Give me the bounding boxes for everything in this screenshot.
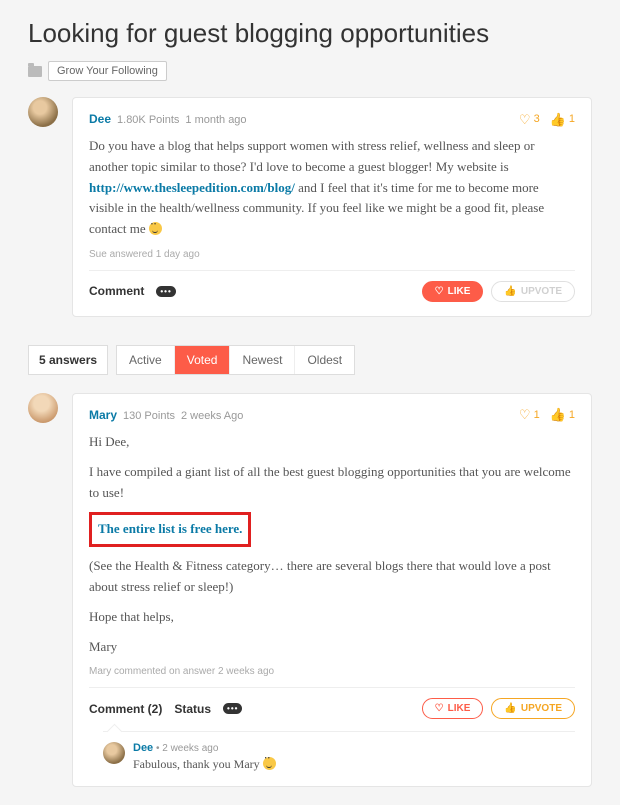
post-time: 2 weeks Ago xyxy=(181,410,243,422)
answer-meta: Mary commented on answer 2 weeks ago xyxy=(89,666,575,677)
external-link[interactable]: http://www.thesleepedition.com/blog/ xyxy=(89,180,295,195)
author-points: 1.80K Points xyxy=(117,114,179,126)
reply-text: Fabulous, thank you Mary xyxy=(133,757,276,772)
category-tag[interactable]: Grow Your Following xyxy=(48,61,167,81)
comment-button[interactable]: Comment xyxy=(89,284,144,298)
reactions: ♡1 👍1 xyxy=(519,408,575,421)
author-link[interactable]: Dee xyxy=(89,112,111,126)
page-title: Looking for guest blogging opportunities xyxy=(28,18,592,49)
upvote-button[interactable]: 👍UPVOTE xyxy=(491,698,575,719)
list-link[interactable]: The entire list is free here. xyxy=(98,521,242,536)
author-link[interactable]: Mary xyxy=(89,408,117,422)
reply-time: 2 weeks ago xyxy=(162,743,218,754)
tab-newest[interactable]: Newest xyxy=(230,346,295,374)
author-link[interactable]: Dee xyxy=(133,742,153,754)
thumb-count[interactable]: 👍1 xyxy=(550,113,575,126)
heart-count[interactable]: ♡3 xyxy=(519,113,540,126)
tab-oldest[interactable]: Oldest xyxy=(295,346,354,374)
category-row: Grow Your Following xyxy=(28,61,592,81)
author-points: 130 Points xyxy=(123,410,175,422)
thumb-count[interactable]: 👍1 xyxy=(550,408,575,421)
author-line: Dee 1.80K Points 1 month ago xyxy=(89,112,247,126)
reply: Dee • 2 weeks ago Fabulous, thank you Ma… xyxy=(103,731,575,772)
smile-emoji xyxy=(149,222,162,235)
answer-card: Mary 130 Points 2 weeks Ago ♡1 👍1 Hi Dee… xyxy=(72,393,592,787)
avatar[interactable] xyxy=(28,97,58,127)
upvote-button[interactable]: 👍UPVOTE xyxy=(491,281,575,302)
author-line: Mary 130 Points 2 weeks Ago xyxy=(89,408,243,422)
reactions: ♡3 👍1 xyxy=(519,113,575,126)
smile-emoji xyxy=(263,757,276,770)
highlighted-link-box: The entire list is free here. xyxy=(89,512,251,547)
question-post: Dee 1.80K Points 1 month ago ♡3 👍1 Do yo… xyxy=(28,97,592,317)
post-meta: Sue answered 1 day ago xyxy=(89,249,575,260)
status-button[interactable]: Status xyxy=(174,702,211,716)
heart-count[interactable]: ♡1 xyxy=(519,408,540,421)
like-button[interactable]: ♡LIKE xyxy=(422,281,484,302)
avatar[interactable] xyxy=(28,393,58,423)
post-card: Dee 1.80K Points 1 month ago ♡3 👍1 Do yo… xyxy=(72,97,592,317)
tab-voted[interactable]: Voted xyxy=(175,346,231,374)
post-time: 1 month ago xyxy=(185,114,246,126)
answer-body: Hi Dee, I have compiled a giant list of … xyxy=(89,432,575,657)
thumb-up-icon: 👍 xyxy=(550,113,566,126)
more-icon[interactable]: ••• xyxy=(156,286,175,297)
heart-icon: ♡ xyxy=(435,703,444,714)
heart-icon: ♡ xyxy=(519,408,531,421)
heart-icon: ♡ xyxy=(435,286,444,297)
heart-icon: ♡ xyxy=(519,113,531,126)
like-button[interactable]: ♡LIKE xyxy=(422,698,484,719)
post-body: Do you have a blog that helps support wo… xyxy=(89,136,575,240)
answer-tabs: 5 answers Active Voted Newest Oldest xyxy=(28,345,592,375)
avatar[interactable] xyxy=(103,742,125,764)
thumb-up-icon: 👍 xyxy=(550,408,566,421)
answers-count: 5 answers xyxy=(28,345,108,375)
folder-icon xyxy=(28,66,42,77)
comment-button[interactable]: Comment (2) xyxy=(89,702,162,716)
tab-group: Active Voted Newest Oldest xyxy=(116,345,355,375)
thumb-up-icon: 👍 xyxy=(504,703,516,714)
more-icon[interactable]: ••• xyxy=(223,703,242,714)
answer-post: Mary 130 Points 2 weeks Ago ♡1 👍1 Hi Dee… xyxy=(28,393,592,787)
thumb-up-icon: 👍 xyxy=(504,286,516,297)
tab-active[interactable]: Active xyxy=(117,346,175,374)
